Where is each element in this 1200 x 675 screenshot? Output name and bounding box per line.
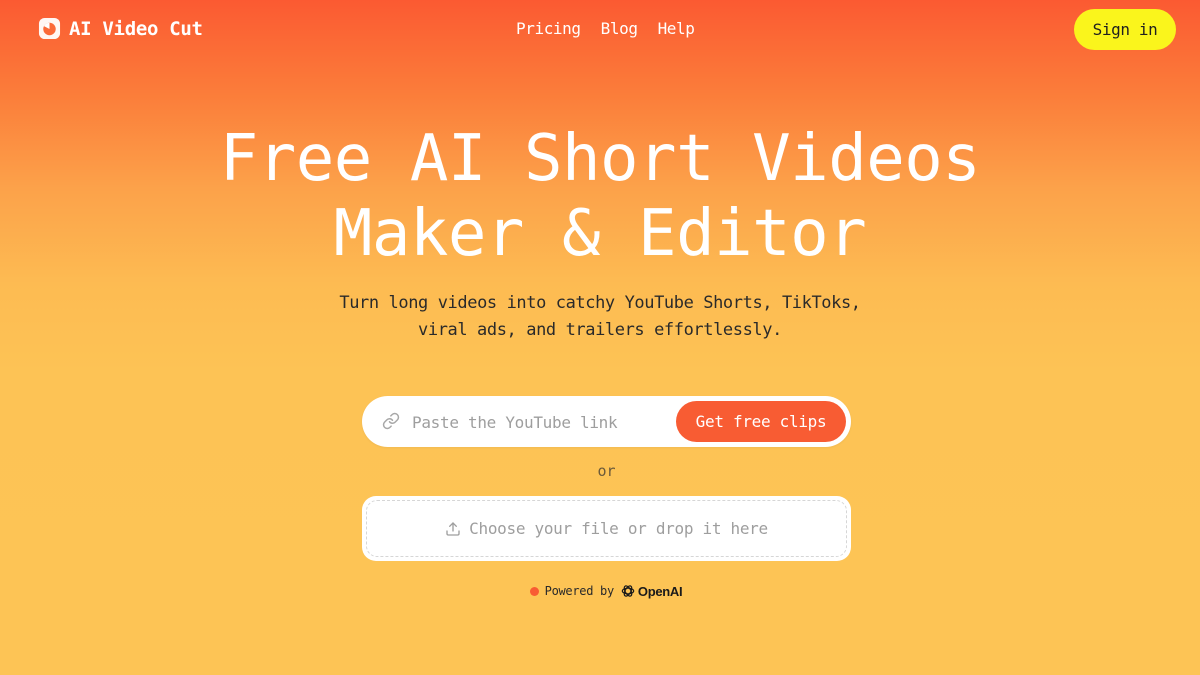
brand-logo[interactable]: AI Video Cut — [38, 17, 203, 40]
nav-link-help[interactable]: Help — [658, 19, 695, 38]
hero-subtitle-line-1: Turn long videos into catchy YouTube Sho… — [339, 293, 861, 313]
hero-subtitle: Turn long videos into catchy YouTube Sho… — [0, 290, 1200, 344]
hero-title: Free AI Short Videos Maker & Editor — [0, 122, 1200, 272]
link-icon — [382, 412, 400, 430]
top-nav: AI Video Cut Pricing Blog Help Sign in — [0, 0, 1200, 60]
hero-title-line-1: Free AI Short Videos — [219, 122, 981, 196]
file-dropzone[interactable]: Choose your file or drop it here — [362, 496, 851, 561]
hero-subtitle-line-2: viral ads, and trailers effortlessly. — [418, 320, 782, 340]
or-separator: or — [597, 462, 616, 480]
youtube-link-form: Get free clips — [362, 396, 851, 447]
powered-by-label: Powered by — [544, 584, 615, 598]
hero-title-line-2: Maker & Editor — [333, 197, 867, 271]
powered-by: Powered by OpenAI — [0, 583, 1200, 599]
upload-icon — [446, 521, 460, 536]
dropzone-label: Choose your file or drop it here — [469, 519, 768, 538]
youtube-link-input[interactable] — [410, 406, 674, 439]
file-dropzone-area[interactable]: Choose your file or drop it here — [366, 500, 847, 557]
openai-wordmark: OpenAI — [637, 583, 683, 599]
nav-link-blog[interactable]: Blog — [601, 19, 638, 38]
nav-links: Pricing Blog Help — [516, 19, 695, 38]
get-free-clips-button[interactable]: Get free clips — [676, 401, 846, 442]
brand-logo-icon — [38, 17, 61, 40]
sign-in-button[interactable]: Sign in — [1074, 9, 1176, 50]
openai-logo-icon — [621, 585, 635, 597]
status-dot — [529, 586, 539, 596]
openai-logo: OpenAI — [620, 583, 683, 599]
brand-name: AI Video Cut — [69, 17, 203, 40]
nav-link-pricing[interactable]: Pricing — [516, 19, 581, 38]
